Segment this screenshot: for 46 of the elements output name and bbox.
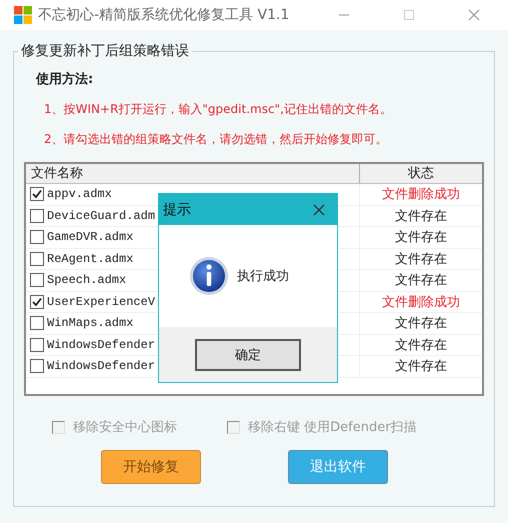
status-text: 文件存在 <box>395 272 447 290</box>
checkbox[interactable] <box>30 187 44 202</box>
status-text: 文件存在 <box>395 358 447 376</box>
checkbox[interactable] <box>30 338 44 352</box>
instruction-text: 1、按WIN+R打开运行，输入"gpedit.msc",记住出错的文件名。 <box>44 101 393 118</box>
file-name: WindowsDefender <box>47 338 156 352</box>
status-text: 文件存在 <box>395 336 447 354</box>
file-name: DeviceGuard.adm <box>47 208 156 223</box>
checkbox[interactable] <box>30 273 44 288</box>
file-name: WinMaps.admx <box>47 316 134 330</box>
checkbox[interactable] <box>30 252 44 266</box>
dialog-title: 提示 <box>163 200 191 218</box>
file-name: GameDVR.admx <box>47 230 134 244</box>
file-name: WindowsDefender <box>47 359 156 374</box>
status-text: 文件存在 <box>395 315 447 332</box>
group-title: 修复更新补丁后组策略错误 <box>20 42 190 60</box>
ok-button[interactable]: 确定 <box>195 338 301 370</box>
instruction-text: 2、请勾选出错的组策略文件名，请勿选错，然后开始修复即可。 <box>44 131 389 148</box>
status-text: 文件删除成功 <box>382 294 460 311</box>
info-icon <box>189 256 229 296</box>
usage-heading: 使用方法: <box>36 70 94 88</box>
app-logo-icon <box>14 6 32 24</box>
close-icon[interactable] <box>468 9 480 21</box>
checkbox[interactable] <box>30 359 44 374</box>
checkbox-label: 移除右键 使用Defender扫描 <box>248 419 417 436</box>
checkbox[interactable] <box>30 294 44 309</box>
status-text: 文件存在 <box>395 229 447 246</box>
checkbox[interactable] <box>30 316 44 330</box>
dialog-message: 执行成功 <box>237 268 289 285</box>
window-title: 不忘初心-精简版系统优化修复工具 V1.1 <box>38 6 290 24</box>
check-icon <box>32 296 42 307</box>
file-name: appv.admx <box>47 187 112 202</box>
column-header[interactable]: 文件名称 <box>26 164 360 183</box>
status-text: 文件存在 <box>395 250 447 268</box>
status-text: 文件删除成功 <box>382 186 460 204</box>
checkbox[interactable] <box>30 208 44 223</box>
column-header[interactable]: 状态 <box>360 164 482 183</box>
check-icon <box>32 189 42 200</box>
close-icon[interactable] <box>313 204 325 216</box>
file-name: Speech.admx <box>47 273 126 288</box>
status-text: 文件存在 <box>395 208 447 225</box>
file-name: UserExperienceV <box>47 294 156 309</box>
start-button[interactable]: 开始修复 <box>101 450 201 484</box>
checkbox[interactable] <box>30 230 44 244</box>
checkbox-label: 移除安全中心图标 <box>73 419 177 436</box>
file-name: ReAgent.admx <box>47 252 134 266</box>
